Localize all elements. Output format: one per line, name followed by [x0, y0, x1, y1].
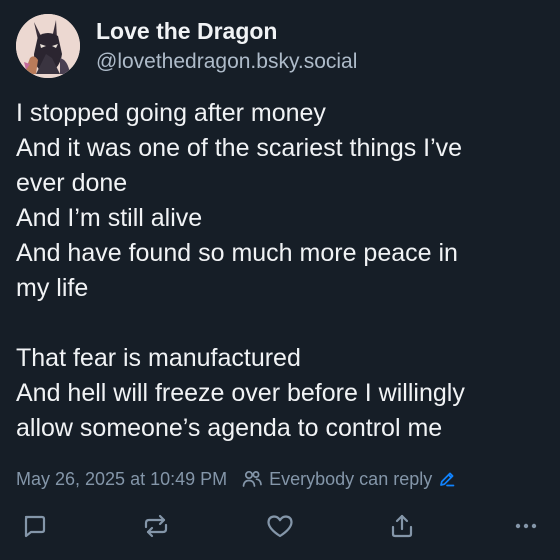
post-line: And it was one of the scariest things I’…: [16, 134, 463, 162]
reply-setting-label: Everybody can reply: [269, 469, 433, 489]
avatar[interactable]: [16, 14, 80, 78]
post-line: [16, 306, 546, 341]
display-name[interactable]: Love the Dragon: [96, 16, 357, 46]
post-line: And I’m still alive: [16, 204, 203, 232]
heart-icon: [267, 515, 293, 538]
dragon-avatar-icon: [16, 14, 80, 78]
pencil-icon: [438, 470, 456, 488]
like-button[interactable]: [262, 508, 298, 544]
reply-button[interactable]: [16, 508, 52, 544]
repost-button[interactable]: [138, 508, 174, 544]
handle[interactable]: @lovethedragon.bsky.social: [96, 48, 357, 76]
timestamp[interactable]: May 26, 2025 at 10:49 PM: [16, 466, 227, 492]
post-text: I stopped going after money And it was o…: [16, 96, 546, 446]
repost-icon: [144, 514, 168, 538]
share-icon: [391, 514, 413, 538]
author-info: Love the Dragon @lovethedragon.bsky.soci…: [96, 16, 357, 76]
more-icon: [515, 523, 537, 529]
post-card: Love the Dragon @lovethedragon.bsky.soci…: [0, 0, 560, 560]
post-header: Love the Dragon @lovethedragon.bsky.soci…: [16, 14, 357, 78]
post-line: ever done: [16, 169, 128, 197]
post-line: allow someone’s agenda to control me: [16, 414, 443, 442]
post-line: my life: [16, 274, 89, 302]
action-bar: [16, 508, 544, 544]
reply-setting-button[interactable]: Everybody can reply: [269, 466, 456, 492]
post-meta: May 26, 2025 at 10:49 PM Everybody can r…: [16, 466, 456, 492]
share-button[interactable]: [384, 508, 420, 544]
post-line: And have found so much more peace in: [16, 239, 458, 267]
reply-icon: [24, 515, 46, 538]
post-line: I stopped going after money: [16, 99, 326, 127]
more-options-button[interactable]: [508, 508, 544, 544]
post-line: That fear is manufactured: [16, 344, 301, 372]
people-icon: [241, 468, 263, 490]
post-line: And hell will freeze over before I willi…: [16, 379, 465, 407]
